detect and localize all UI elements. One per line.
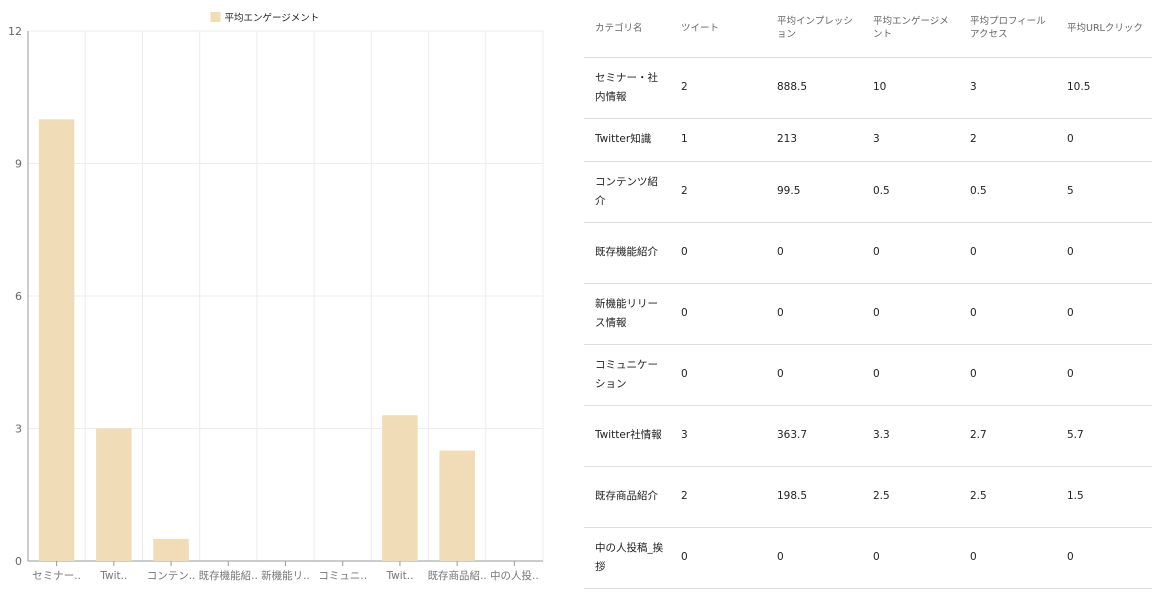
table-cell: 0: [1056, 222, 1152, 284]
bar: [382, 415, 418, 561]
table-cell: 10.5: [1056, 57, 1152, 119]
table-cell: 新機能リリース情報: [584, 283, 670, 345]
table-row: コミュニケーション 0 0 0 0 0: [584, 344, 1152, 406]
table-row: 既存商品紹介 2 198.5 2.5 2.5 1.5: [584, 466, 1152, 528]
table-cell: 0: [959, 344, 1056, 406]
x-tick-label: 既存商品紹..: [428, 569, 487, 582]
table-cell: 0: [670, 222, 766, 284]
bar: [38, 119, 75, 561]
table-cell: 0: [670, 344, 766, 406]
bar: [439, 450, 475, 561]
table-cell: 0: [1056, 118, 1152, 162]
table-cell: 5: [1056, 161, 1152, 223]
table-cell: 0: [1056, 527, 1152, 589]
table-cell: 中の人投稿_挨拶: [584, 527, 670, 589]
table-cell: 0: [862, 283, 959, 345]
table-cell: 888.5: [766, 57, 862, 119]
y-tick-label: 9: [15, 158, 22, 171]
table-cell: 0: [670, 283, 766, 345]
table-cell: 2.7: [959, 405, 1056, 467]
table-row: 既存機能紹介 0 0 0 0 0: [584, 222, 1152, 284]
table-cell: 213: [766, 118, 862, 162]
table-row: Twitter知識 1 213 3 2 0: [584, 118, 1152, 162]
table-cell: 0: [959, 222, 1056, 284]
table-cell: 0.5: [862, 161, 959, 223]
table-cell: 2: [670, 466, 766, 528]
table-cell: 363.7: [766, 405, 862, 467]
table-cell: 0: [766, 344, 862, 406]
legend-swatch: [210, 12, 221, 22]
y-tick-label: 12: [8, 25, 22, 38]
table-cell: 99.5: [766, 161, 862, 223]
bar: [96, 428, 132, 561]
x-tick-label: Twit..: [99, 570, 127, 582]
table-cell: 3: [670, 405, 766, 467]
table-cell: 0.5: [959, 161, 1056, 223]
table-cell: 0: [670, 527, 766, 589]
table-cell: 198.5: [766, 466, 862, 528]
table-header-row: カテゴリ名 ツイート 平均インプレッション 平均エンゲージメント 平均プロフィー…: [584, 0, 1152, 58]
bar-chart: 0 3 6 9 12 セミナー.. Twit.. コンテン.. 既存機能紹.. 新機能リ.. コミュ…: [0, 0, 560, 598]
bar: [153, 538, 189, 561]
table-cell: 1: [670, 118, 766, 162]
table-cell: 3: [862, 118, 959, 162]
header-avg-profile-access: 平均プロフィールアクセス: [959, 0, 1056, 58]
table-cell: セミナー・社内情報: [584, 57, 670, 119]
chart-svg: 0 3 6 9 12 セミナー.. Twit.. コンテン.. 既存機能紹.. 新機能リ.. コミュ…: [8, 12, 544, 582]
header-category: カテゴリ名: [584, 0, 670, 58]
table-row: 新機能リリース情報 0 0 0 0 0: [584, 283, 1152, 345]
table-cell: Twitter社情報: [584, 405, 670, 467]
x-tick-label: セミナー..: [32, 570, 81, 582]
table-cell: Twitter知識: [584, 118, 670, 162]
table-cell: 0: [959, 527, 1056, 589]
legend-label: 平均エンゲージメント: [225, 12, 320, 24]
y-tick-label: 6: [15, 290, 22, 303]
y-tick-label: 0: [15, 555, 22, 568]
x-tick-label: 既存機能紹..: [199, 569, 258, 582]
table-cell: 3.3: [862, 405, 959, 467]
table-cell: 2: [670, 161, 766, 223]
table-cell: 10: [862, 57, 959, 119]
header-avg-impressions: 平均インプレッション: [766, 0, 862, 58]
table-row: セミナー・社内情報 2 888.5 10 3 10.5: [584, 57, 1152, 119]
data-table: カテゴリ名 ツイート 平均インプレッション 平均エンゲージメント 平均プロフィー…: [584, 0, 1152, 589]
table-cell: コンテンツ紹介: [584, 161, 670, 223]
table-cell: 0: [766, 283, 862, 345]
table-cell: 0: [766, 222, 862, 284]
table-cell: コミュニケーション: [584, 344, 670, 406]
table-cell: 既存機能紹介: [584, 222, 670, 284]
table-cell: 2.5: [862, 466, 959, 528]
table-cell: 2: [670, 57, 766, 119]
x-tick-label: コミュニ..: [318, 570, 367, 582]
table-cell: 5.7: [1056, 405, 1152, 467]
header-avg-url-clicks: 平均URLクリック: [1056, 0, 1152, 58]
table-cell: 2.5: [959, 466, 1056, 528]
table-cell: 0: [1056, 283, 1152, 345]
header-avg-engagement: 平均エンゲージメント: [862, 0, 959, 58]
table-cell: 0: [766, 527, 862, 589]
table-cell: 0: [862, 344, 959, 406]
table-row: コンテンツ紹介 2 99.5 0.5 0.5 5: [584, 161, 1152, 223]
table-cell: 0: [862, 222, 959, 284]
table-row: 中の人投稿_挨拶 0 0 0 0 0: [584, 527, 1152, 589]
data-table-container: カテゴリ名 ツイート 平均インプレッション 平均エンゲージメント 平均プロフィー…: [584, 0, 1152, 598]
x-tick-label: 新機能リ..: [261, 569, 310, 582]
table-cell: 0: [862, 527, 959, 589]
header-tweets: ツイート: [670, 0, 766, 58]
table-cell: 0: [959, 283, 1056, 345]
table-cell: 0: [1056, 344, 1152, 406]
x-tick-label: コンテン..: [147, 570, 196, 582]
table-row: Twitter社情報 3 363.7 3.3 2.7 5.7: [584, 405, 1152, 467]
x-tick-label: 中の人投..: [490, 569, 539, 582]
table-cell: 1.5: [1056, 466, 1152, 528]
y-tick-label: 3: [15, 423, 22, 436]
table-cell: 3: [959, 57, 1056, 119]
table-cell: 既存商品紹介: [584, 466, 670, 528]
table-cell: 2: [959, 118, 1056, 162]
x-tick-label: Twit..: [385, 570, 413, 582]
